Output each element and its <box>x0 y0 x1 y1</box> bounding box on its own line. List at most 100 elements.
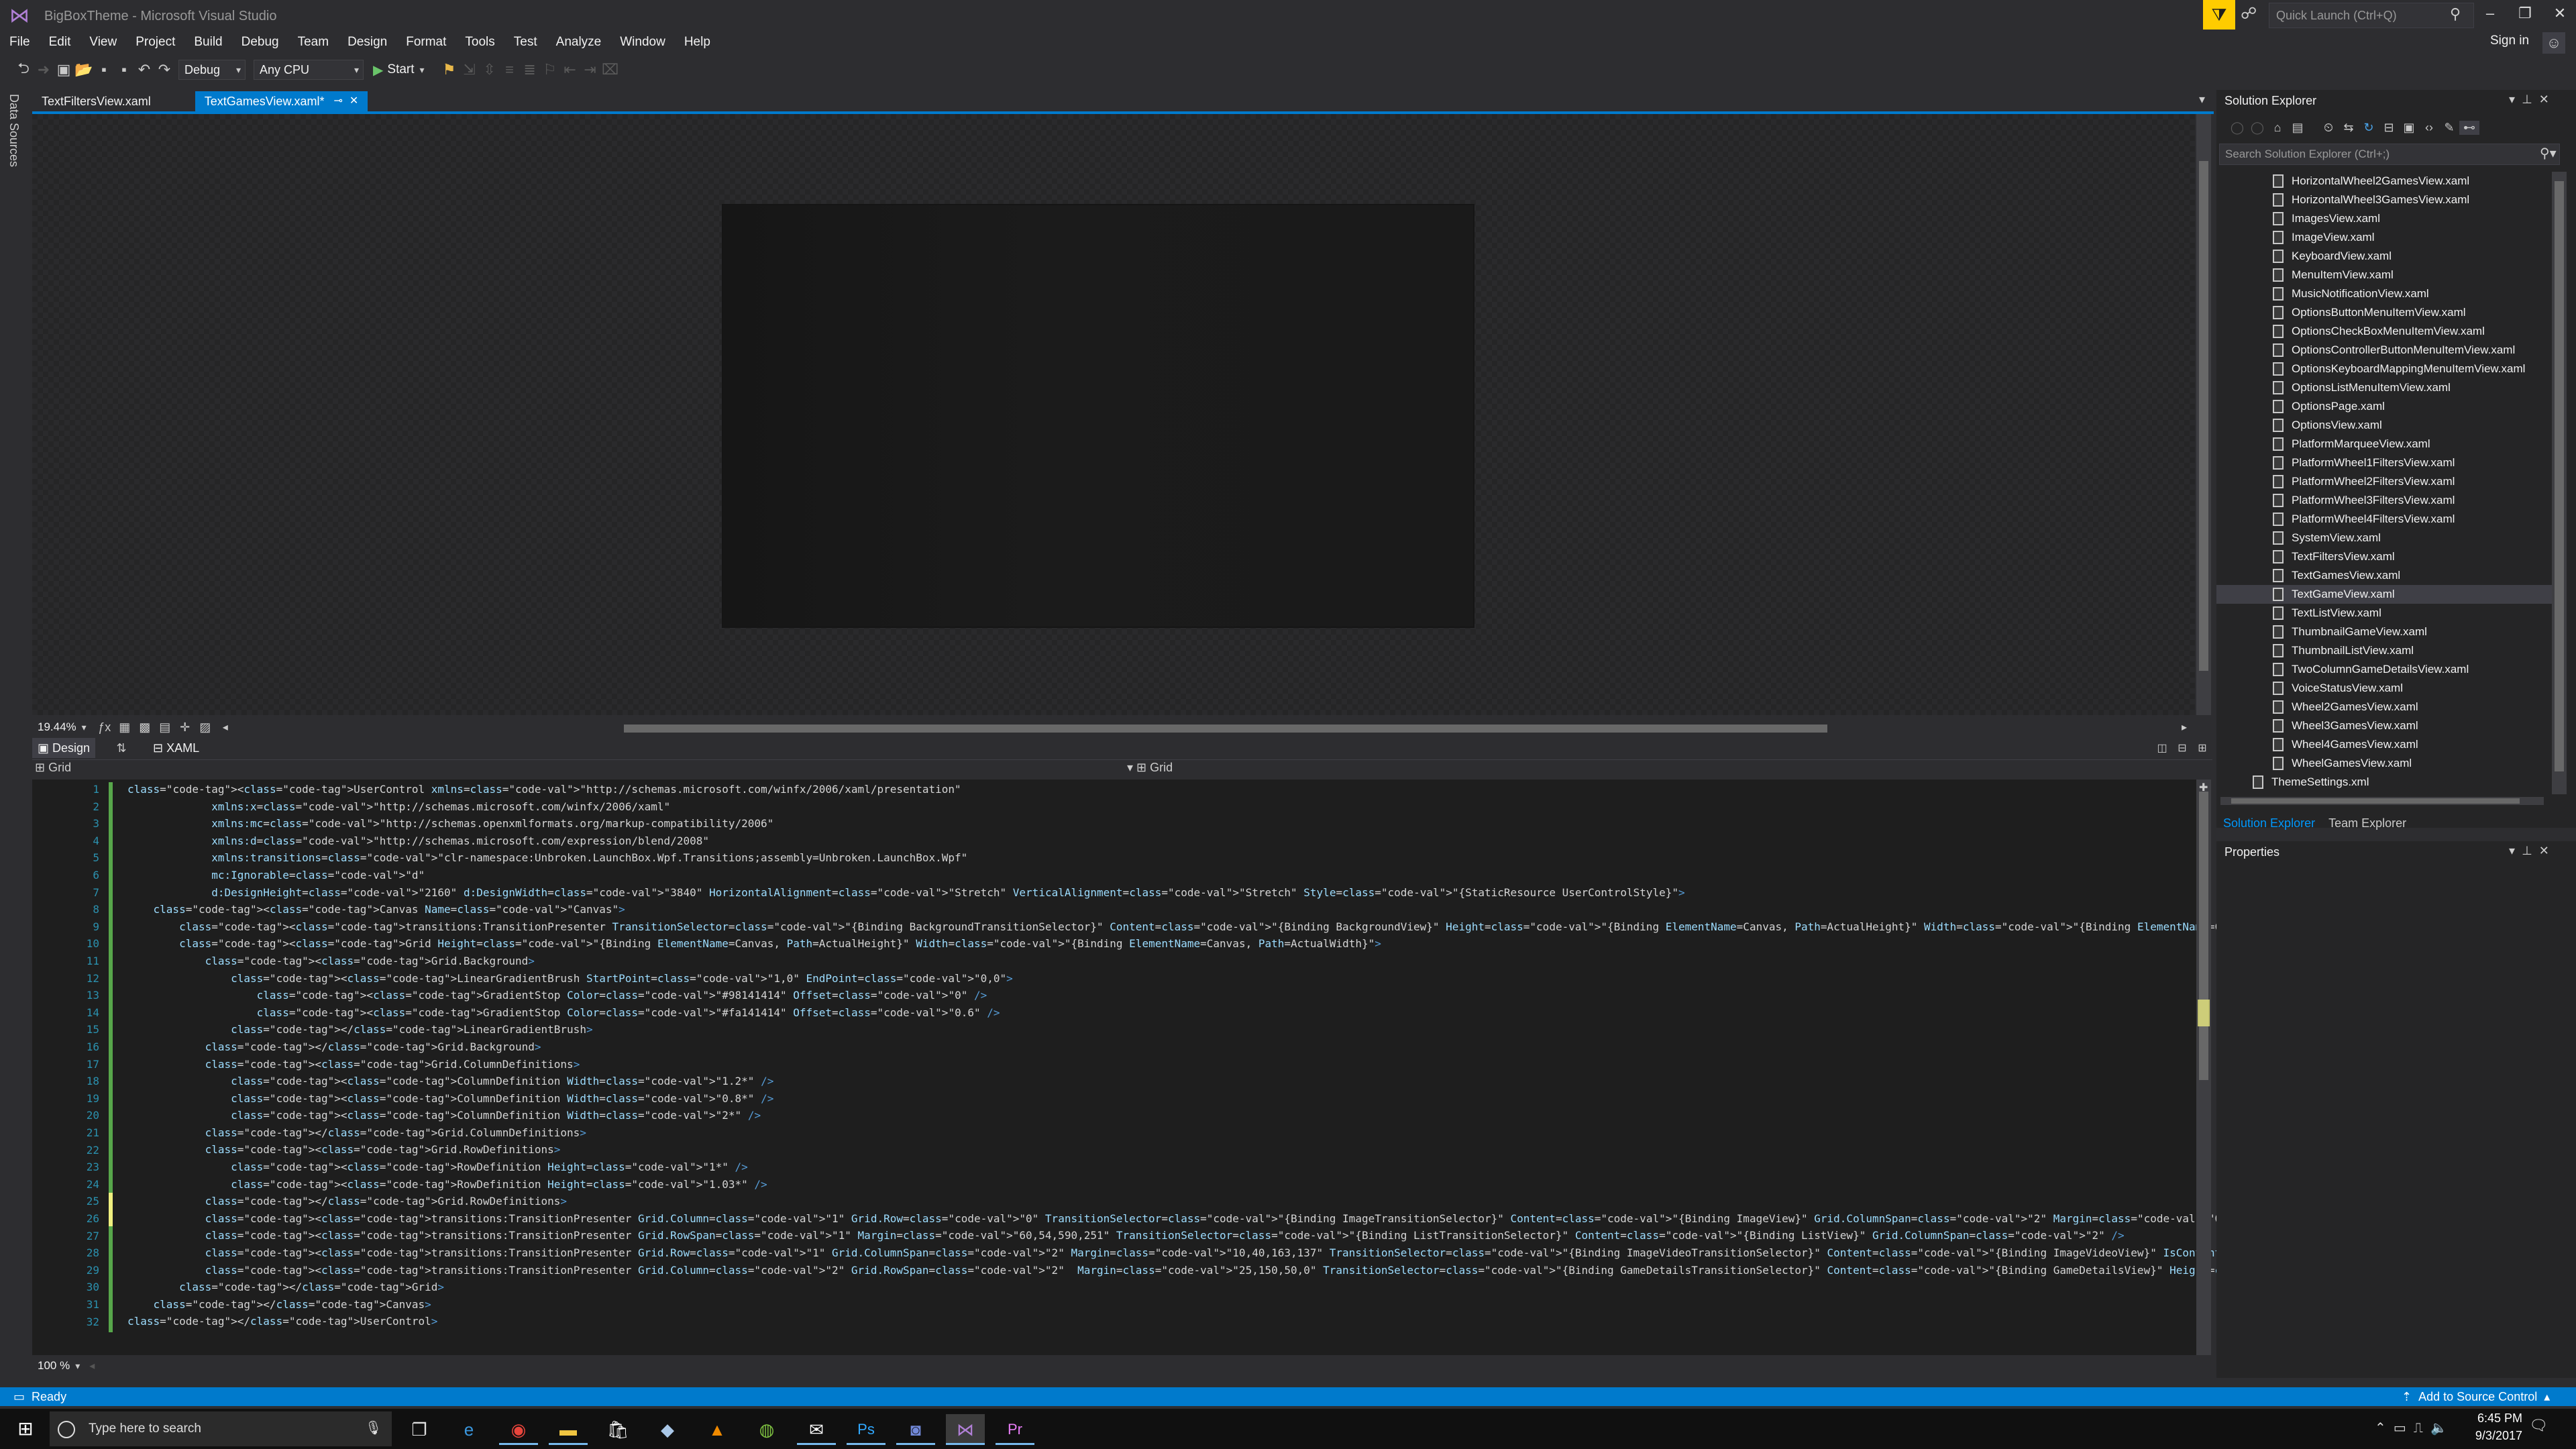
designer-artboard[interactable] <box>722 204 1474 628</box>
discord-icon[interactable]: ◙ <box>896 1414 935 1445</box>
solution-item[interactable]: ThumbnailListView.xaml <box>2216 641 2552 660</box>
visual-studio-taskbar-icon[interactable]: ⋈ <box>946 1414 985 1445</box>
solution-scroll-thumb[interactable] <box>2555 181 2564 771</box>
code-line[interactable]: mc:Ignorable=class="code-val">"d" <box>127 867 2194 884</box>
code-line[interactable]: class="code-tag"></class="code-tag">Grid… <box>127 1124 2194 1142</box>
document-tab[interactable]: TextFiltersView.xaml <box>32 91 160 111</box>
uncomment-icon[interactable]: ≣ <box>520 61 540 78</box>
clock-time[interactable]: 6:45 PM <box>2442 1411 2522 1426</box>
scroll-left-icon[interactable]: ◂ <box>215 720 235 734</box>
menu-analyze[interactable]: Analyze <box>547 32 611 52</box>
panel-tab[interactable]: Team Explorer <box>2322 813 2413 833</box>
document-tab[interactable]: TextGamesView.xaml* ⊸ ✕ <box>195 91 368 111</box>
solution-item[interactable]: OptionsButtonMenuItemView.xaml <box>2216 303 2552 322</box>
code-line[interactable]: class="code-tag"></class="code-tag">Grid… <box>127 1279 2194 1296</box>
formula-icon[interactable]: ƒx <box>95 720 115 735</box>
network-icon[interactable]: ⎍ <box>2414 1421 2423 1436</box>
pin-tab-icon[interactable]: ⊸ <box>333 91 342 111</box>
breadcrumb-left[interactable]: ⊞ Grid <box>35 761 71 775</box>
preview-selected-items-icon[interactable]: ⊷ <box>2459 120 2479 135</box>
snap-to-lines-icon[interactable]: ✛ <box>175 720 195 735</box>
home-icon[interactable]: ⌂ <box>2267 121 2288 135</box>
search-icon[interactable]: ⚲▾ <box>2540 145 2557 162</box>
redo-icon[interactable]: ↷ <box>154 61 174 78</box>
prev-bookmark-icon[interactable]: ⇤ <box>560 61 580 78</box>
code-line[interactable]: class="code-tag"><class="code-tag">trans… <box>127 918 2402 936</box>
add-to-source-control-button[interactable]: ⇡ Add to Source Control ▴ <box>2402 1387 2550 1406</box>
minimize-button[interactable]: – <box>2473 0 2508 27</box>
code-line[interactable]: class="code-tag"><class="code-tag">trans… <box>127 1244 2428 1262</box>
code-line[interactable]: class="code-tag"></class="code-tag">User… <box>127 1313 2194 1330</box>
show-all-files-icon[interactable]: ▣ <box>2399 121 2419 135</box>
grid-icon[interactable]: ▦ <box>115 720 135 735</box>
solution-item[interactable]: SystemView.xaml <box>2216 529 2552 547</box>
solution-item[interactable]: KeyboardView.xaml <box>2216 247 2552 266</box>
clock-date[interactable]: 9/3/2017 <box>2442 1429 2522 1443</box>
search-icon[interactable]: ⚲ <box>2450 5 2461 23</box>
designer-horizontal-scroll-thumb[interactable] <box>624 724 1827 733</box>
scroll-right-icon[interactable]: ▸ <box>2182 720 2187 734</box>
solution-item[interactable]: Wheel4GamesView.xaml <box>2216 735 2552 754</box>
code-text[interactable]: class="code-tag"><class="code-tag">UserC… <box>127 781 2576 1338</box>
undo-icon[interactable]: ↶ <box>134 61 154 78</box>
code-line[interactable]: class="code-tag"><class="code-tag">Gradi… <box>127 1004 2194 1022</box>
close-panel-icon[interactable]: ✕ <box>2539 844 2549 857</box>
split-vertical-icon[interactable]: ◫ <box>2152 741 2172 755</box>
scroll-left-icon[interactable]: ◂ <box>89 1359 95 1373</box>
properties-icon[interactable]: ✎ <box>2439 121 2459 135</box>
photoshop-icon[interactable]: Ps <box>847 1414 885 1445</box>
forward-icon[interactable]: ◯ <box>2247 121 2267 135</box>
vlc-icon[interactable]: ▲ <box>698 1414 737 1445</box>
new-project-icon[interactable]: ▣ <box>54 61 74 78</box>
launcher-app-icon[interactable]: ◆ <box>648 1414 687 1445</box>
solution-item[interactable]: TextListView.xaml <box>2216 604 2552 623</box>
xaml-tab[interactable]: ⊟ XAML <box>148 738 205 758</box>
solution-item[interactable]: OptionsListMenuItemView.xaml <box>2216 378 2552 397</box>
code-line[interactable]: d:DesignHeight=class="code-val">"2160" d… <box>127 884 2194 902</box>
solution-item[interactable]: VoiceStatusView.xaml <box>2216 679 2552 698</box>
menu-format[interactable]: Format <box>396 32 455 52</box>
solution-item[interactable]: ThumbnailGameView.xaml <box>2216 623 2552 641</box>
code-line[interactable]: class="code-tag"></class="code-tag">Line… <box>127 1021 2194 1038</box>
code-line[interactable]: class="code-tag"><class="code-tag">RowDe… <box>127 1159 2194 1176</box>
menu-build[interactable]: Build <box>184 32 231 52</box>
code-line[interactable]: class="code-tag"><class="code-tag">Colum… <box>127 1073 2194 1090</box>
menu-edit[interactable]: Edit <box>40 32 80 52</box>
solution-item[interactable]: TextGamesView.xaml <box>2216 566 2552 585</box>
close-panel-icon[interactable]: ✕ <box>2539 93 2549 106</box>
save-icon[interactable]: ▪ <box>94 61 114 78</box>
find-in-files-icon[interactable]: ⚑ <box>439 61 460 78</box>
feedback-filter-icon[interactable]: ⧩ <box>2203 0 2235 30</box>
code-line[interactable]: class="code-tag"><class="code-tag">trans… <box>127 1262 2576 1279</box>
code-line[interactable]: class="code-tag"><class="code-tag">Grid.… <box>127 1141 2194 1159</box>
next-bookmark-icon[interactable]: ⇥ <box>580 61 600 78</box>
edge-browser-icon[interactable]: e <box>449 1414 488 1445</box>
solution-item[interactable]: OptionsKeyboardMappingMenuItemView.xaml <box>2216 360 2552 378</box>
step-into-icon[interactable]: ⇲ <box>460 61 480 78</box>
menu-view[interactable]: View <box>80 32 126 52</box>
menu-test[interactable]: Test <box>504 32 547 52</box>
code-line[interactable]: class="code-tag"><class="code-tag">Grid.… <box>127 953 2194 970</box>
restore-button[interactable]: ❐ <box>2508 0 2542 27</box>
menu-debug[interactable]: Debug <box>232 32 288 52</box>
navigate-back-icon[interactable]: ⮌ <box>13 57 34 83</box>
premiere-icon[interactable]: Pr <box>996 1414 1034 1445</box>
solution-item[interactable]: PlatformWheel4FiltersView.xaml <box>2216 510 2552 529</box>
solution-horizontal-thumb[interactable] <box>2231 798 2520 804</box>
menu-tools[interactable]: Tools <box>455 32 504 52</box>
solution-item[interactable]: HorizontalWheel2GamesView.xaml <box>2216 172 2552 191</box>
editor-zoom-select[interactable]: 100 % <box>38 1359 70 1373</box>
designer-scroll-thumb[interactable] <box>2199 161 2208 671</box>
taskbar-search-box[interactable]: Type here to search <box>50 1411 392 1446</box>
solution-item[interactable]: PlatformMarqueeView.xaml <box>2216 435 2552 453</box>
account-icon[interactable]: ☺ <box>2542 32 2565 54</box>
snap-to-grid-icon[interactable]: ▤ <box>155 720 175 735</box>
data-sources-tab[interactable]: Data Sources <box>7 94 21 167</box>
menu-file[interactable]: File <box>0 32 40 52</box>
back-icon[interactable]: ◯ <box>2227 121 2247 135</box>
sign-in-link[interactable]: Sign in <box>2490 34 2529 48</box>
chrome-icon[interactable]: ◉ <box>499 1414 538 1445</box>
close-tab-icon[interactable]: ✕ <box>350 91 358 111</box>
switch-views-icon[interactable]: ▤ <box>2288 121 2308 135</box>
code-line[interactable]: class="code-tag"><class="code-tag">RowDe… <box>127 1176 2194 1193</box>
